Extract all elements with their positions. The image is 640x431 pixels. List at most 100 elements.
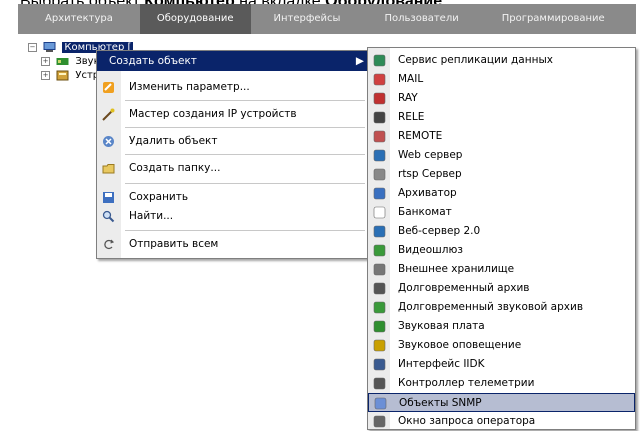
ray-icon <box>373 92 386 105</box>
submenu-item-label: Звуковая плата <box>398 320 485 332</box>
submenu-item-label: REMOTE <box>398 130 443 142</box>
submenu-item-archiver[interactable]: Архиватор <box>368 184 635 203</box>
menu-item-create-folder[interactable]: Создать папку... <box>97 158 369 178</box>
submenu-item-label: RAY <box>398 92 418 104</box>
submenu-item-label: Контроллер телеметрии <box>398 377 535 389</box>
external-storage-icon <box>373 263 386 276</box>
expand-icon[interactable]: + <box>41 70 50 80</box>
sound-card-icon <box>373 320 386 333</box>
archiver-icon <box>373 187 386 200</box>
submenu-item-label: Звуковое оповещение <box>398 339 522 351</box>
menu-item-send-all[interactable]: Отправить всем <box>97 234 369 254</box>
menu-separator <box>125 127 365 128</box>
menu-separator <box>125 100 365 101</box>
submenu-item-long-term-archive[interactable]: Долговременный архив <box>368 279 635 298</box>
menu-separator <box>125 230 365 231</box>
submenu-item-label: Интерфейс IIDK <box>398 358 485 370</box>
remote-icon <box>373 130 386 143</box>
submenu-item-remote[interactable]: REMOTE <box>368 127 635 146</box>
submenu-item-rele[interactable]: RELE <box>368 108 635 127</box>
submenu-item-atm[interactable]: Банкомат <box>368 203 635 222</box>
context-menu: Создать объект ▶ Изменить параметр... Ма… <box>96 50 370 259</box>
video-gateway-icon <box>373 244 386 257</box>
menu-item-label: Отправить всем <box>129 238 219 250</box>
menu-item-create-object[interactable]: Создать объект ▶ <box>97 51 369 71</box>
menu-item-ip-wizard[interactable]: Мастер создания IP устройств <box>97 104 369 124</box>
save-icon <box>103 192 114 203</box>
iidk-icon <box>373 358 386 371</box>
menu-item-save[interactable]: Сохранить <box>97 187 369 207</box>
submenu-item-label: Внешнее хранилище <box>398 263 515 275</box>
submenu-item-label: Архиватор <box>398 187 457 199</box>
tab-bar: Архитектура Оборудование Интерфейсы Поль… <box>18 4 636 34</box>
menu-item-label: Сохранить <box>129 191 189 203</box>
sound-card-icon <box>56 57 69 65</box>
menu-item-label: Удалить объект <box>129 135 218 147</box>
tab-equipment[interactable]: Оборудование <box>139 4 251 34</box>
tab-architecture[interactable]: Архитектура <box>18 4 140 34</box>
tab-interfaces[interactable]: Интерфейсы <box>251 4 364 34</box>
rele-icon <box>373 111 386 124</box>
tab-programming[interactable]: Программирование <box>480 4 627 34</box>
submenu-item-ray[interactable]: RAY <box>368 89 635 108</box>
sound-alert-icon <box>373 339 386 352</box>
computer-icon <box>43 41 56 52</box>
submenu-item-snmp[interactable]: Объекты SNMP <box>368 393 635 412</box>
submenu-item-mail[interactable]: MAIL <box>368 70 635 89</box>
atm-icon <box>373 206 386 219</box>
submenu-item-label: MAIL <box>398 73 424 85</box>
create-object-submenu: Сервис репликации данных MAIL RAY RELE REMOT… <box>367 47 636 430</box>
submenu-item-label: Банкомат <box>398 206 452 218</box>
menu-item-find[interactable]: Найти... <box>97 206 369 226</box>
menu-item-label: Найти... <box>129 210 174 222</box>
long-term-audio-archive-icon <box>373 301 386 314</box>
wizard-icon <box>102 108 115 121</box>
submenu-item-label: Веб-сервер 2.0 <box>398 225 481 237</box>
submenu-item-web-server[interactable]: Web сервер <box>368 146 635 165</box>
submenu-item-replication[interactable]: Сервис репликации данных <box>368 51 635 70</box>
long-term-archive-icon <box>373 282 386 295</box>
search-icon <box>102 210 115 223</box>
submenu-item-video-gateway[interactable]: Видеошлюз <box>368 241 635 260</box>
snmp-icon <box>374 397 387 410</box>
menu-item-delete-object[interactable]: Удалить объект <box>97 131 369 151</box>
submenu-item-label: Web сервер <box>398 149 463 161</box>
submenu-item-label: Сервис репликации данных <box>398 54 553 66</box>
menu-item-edit-parameter[interactable]: Изменить параметр... <box>97 77 369 97</box>
menu-item-label: Мастер создания IP устройств <box>129 108 297 120</box>
submenu-item-telemetry[interactable]: Контроллер телеметрии <box>368 374 635 393</box>
folder-icon <box>102 164 115 174</box>
menu-item-label: Создать объект <box>109 55 197 67</box>
web-server-2-icon <box>373 225 386 238</box>
submenu-item-label: RELE <box>398 111 425 123</box>
submenu-arrow-icon: ▶ <box>355 55 364 67</box>
replication-icon <box>373 54 386 67</box>
submenu-item-external-storage[interactable]: Внешнее хранилище <box>368 260 635 279</box>
submenu-item-label: Объекты SNMP <box>399 397 482 409</box>
submenu-item-sound-alert[interactable]: Звуковое оповещение <box>368 336 635 355</box>
menu-item-label: Создать папку... <box>129 162 221 174</box>
menu-item-label: Изменить параметр... <box>129 81 250 93</box>
submenu-item-sound-card[interactable]: Звуковая плата <box>368 317 635 336</box>
telemetry-icon <box>373 377 386 390</box>
expand-icon[interactable]: + <box>41 56 50 66</box>
collapse-icon[interactable]: − <box>28 42 37 52</box>
submenu-item-label: Долговременный звуковой архив <box>398 301 584 313</box>
submenu-item-label: rtsp Сервер <box>398 168 462 180</box>
send-icon <box>104 239 115 250</box>
submenu-item-long-term-audio-archive[interactable]: Долговременный звуковой архив <box>368 298 635 317</box>
submenu-item-label: Видеошлюз <box>398 244 463 256</box>
delete-icon <box>103 136 114 147</box>
menu-separator <box>125 183 365 184</box>
mail-icon <box>373 73 386 86</box>
device-icon <box>56 70 69 80</box>
submenu-item-label: Долговременный архив <box>398 282 530 294</box>
tab-users[interactable]: Пользователи <box>363 4 479 34</box>
edit-parameter-icon <box>103 82 114 93</box>
rtsp-icon <box>373 168 386 181</box>
web-server-icon <box>373 149 386 162</box>
submenu-item-rtsp[interactable]: rtsp Сервер <box>368 165 635 184</box>
menu-separator <box>125 154 365 155</box>
submenu-item-iidk[interactable]: Интерфейс IIDK <box>368 355 635 374</box>
submenu-item-web-server-2[interactable]: Веб-сервер 2.0 <box>368 222 635 241</box>
